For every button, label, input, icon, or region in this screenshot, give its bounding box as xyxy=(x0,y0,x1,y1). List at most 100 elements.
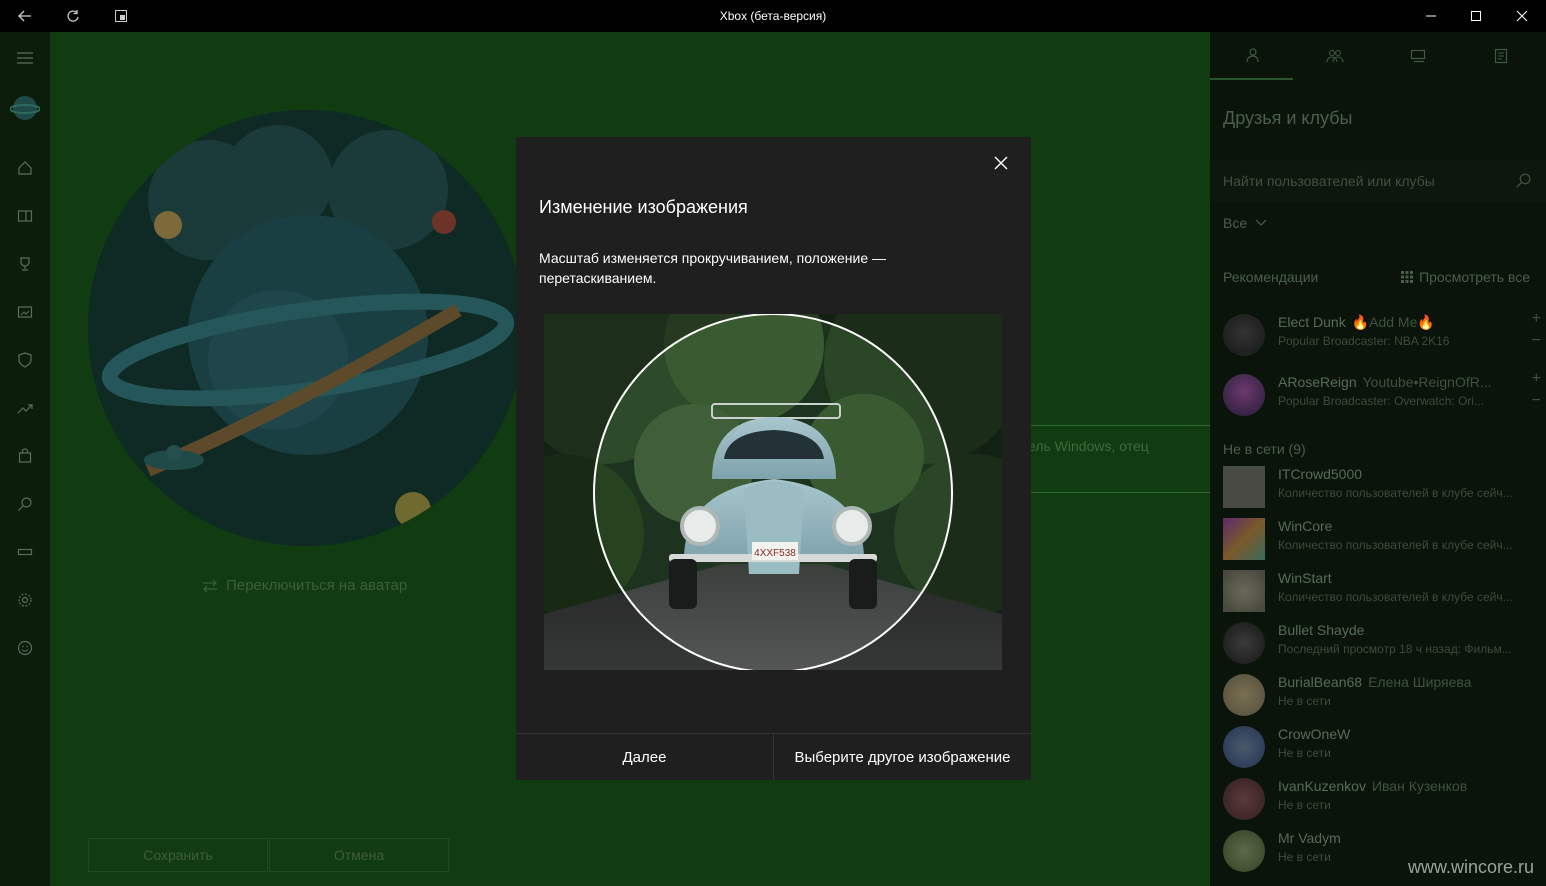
switch-to-avatar-link[interactable]: Переключиться на аватар xyxy=(202,577,407,594)
profile-nav-item[interactable] xyxy=(0,88,50,128)
friend-name: ITCrowd5000 xyxy=(1278,466,1363,482)
avatar xyxy=(1223,314,1265,356)
save-button[interactable]: Сохранить xyxy=(88,838,268,872)
trophy-icon xyxy=(20,257,30,271)
search-nav-item[interactable] xyxy=(0,484,50,524)
friend-name: CrowOneW xyxy=(1278,726,1351,742)
friends-icon xyxy=(1245,48,1259,63)
friend-item[interactable]: CrowOneW Не в сети xyxy=(1223,724,1543,772)
store-nav-item[interactable] xyxy=(0,436,50,476)
tab-messages[interactable] xyxy=(1376,32,1459,80)
friend-status: Количество пользователей в клубе сейч... xyxy=(1278,486,1513,500)
close-icon xyxy=(994,156,1008,170)
friend-name: BurialBean68 Елена Ширяева xyxy=(1278,674,1472,690)
recommendation-name: ARoseReign Youtube•ReignOfR... xyxy=(1278,374,1492,390)
hamburger-icon xyxy=(17,52,33,64)
shopping-bag-icon xyxy=(18,448,32,463)
my-games-nav-item[interactable] xyxy=(0,196,50,236)
menu-button[interactable] xyxy=(0,38,50,78)
change-image-dialog: Изменение изображения Масштаб изменяется… xyxy=(516,137,1031,780)
view-all-label: Просмотреть все xyxy=(1419,269,1530,285)
choose-other-image-label: Выберите другое изображение xyxy=(794,748,1011,766)
friend-name: Mr Vadym xyxy=(1278,830,1341,846)
view-all-link[interactable]: Просмотреть все xyxy=(1401,269,1530,285)
recommendation-subtitle: Popular Broadcaster: NBA 2K16 xyxy=(1278,334,1450,348)
tab-friends[interactable] xyxy=(1210,32,1293,80)
recommendation-item[interactable]: ARoseReign Youtube•ReignOfR... Popular Br… xyxy=(1223,370,1543,420)
chevron-down-icon xyxy=(1255,219,1267,226)
friend-name: WinCore xyxy=(1278,518,1333,534)
trending-nav-item[interactable] xyxy=(0,388,50,428)
maximize-button[interactable] xyxy=(1453,0,1499,32)
friend-status: Не в сети xyxy=(1278,746,1331,760)
friend-item[interactable]: WinStart Количество пользователей в клуб… xyxy=(1223,568,1543,616)
connection-nav-item[interactable] xyxy=(0,532,50,572)
recommendation-item[interactable]: Elect Dunk 🔥Add Me🔥 Popular Broadcaster: … xyxy=(1223,310,1543,360)
add-friend-icon[interactable]: + xyxy=(1532,310,1541,328)
console-icon xyxy=(17,548,33,556)
left-navigation xyxy=(0,32,50,886)
panel-tabs xyxy=(1210,32,1546,80)
close-window-button[interactable] xyxy=(1499,0,1545,32)
friend-item[interactable]: Bullet Shayde Последний просмотр 18 ч на… xyxy=(1223,620,1543,668)
dialog-footer: Далее Выберите другое изображение xyxy=(516,733,1031,780)
next-button[interactable]: Далее xyxy=(516,734,773,780)
avatar xyxy=(1223,778,1265,820)
avatar xyxy=(1223,726,1265,768)
friend-item[interactable]: BurialBean68 Елена Ширяева Не в сети xyxy=(1223,672,1543,720)
dialog-title: Изменение изображения xyxy=(539,197,748,217)
watermark: www.wincore.ru xyxy=(1407,857,1534,877)
avatar xyxy=(1223,622,1265,664)
feedback-nav-item[interactable] xyxy=(0,628,50,668)
dialog-close-button[interactable] xyxy=(989,151,1013,175)
friends-panel: Друзья и клубы Все Рекомендации Просмотр… xyxy=(1210,32,1546,886)
friends-heading: Друзья и клубы xyxy=(1223,108,1353,128)
games-library-icon xyxy=(17,210,33,222)
dismiss-icon[interactable]: − xyxy=(1532,392,1541,410)
bio-field[interactable]: ель Windows, отец xyxy=(1015,425,1222,493)
friends-filter-dropdown[interactable]: Все xyxy=(1223,215,1267,231)
filter-selected-value: Все xyxy=(1223,215,1248,231)
friend-item[interactable]: IvanKuzenkov Иван Кузенков Не в сети xyxy=(1223,776,1543,824)
close-icon xyxy=(1516,10,1528,22)
settings-nav-item[interactable] xyxy=(0,580,50,620)
friend-status: Не в сети xyxy=(1278,694,1331,708)
party-icon xyxy=(1326,50,1343,63)
recommendations-label: Рекомендации xyxy=(1223,269,1319,285)
achievements-nav-item[interactable] xyxy=(0,244,50,284)
choose-other-image-button[interactable]: Выберите другое изображение xyxy=(774,734,1031,780)
cancel-button[interactable]: Отмена xyxy=(269,838,449,872)
current-gamerpic-image xyxy=(88,110,524,546)
friend-status: Не в сети xyxy=(1278,798,1331,812)
recommendation-subtitle: Popular Broadcaster: Overwatch: Ori... xyxy=(1278,394,1485,408)
home-nav-item[interactable] xyxy=(0,148,50,188)
add-friend-icon[interactable]: + xyxy=(1532,370,1541,388)
avatar xyxy=(1223,374,1265,416)
offline-section-label: Не в сети (9) xyxy=(1223,441,1306,457)
messages-icon xyxy=(1410,49,1425,63)
friends-search-input[interactable] xyxy=(1223,170,1503,192)
swap-arrows-icon xyxy=(203,579,217,592)
tab-parties[interactable] xyxy=(1293,32,1376,80)
gear-icon xyxy=(18,593,32,607)
friend-item[interactable]: WinCore Количество пользователей в клубе… xyxy=(1223,516,1543,564)
dismiss-icon[interactable]: − xyxy=(1532,332,1541,350)
minimize-button[interactable] xyxy=(1408,0,1454,32)
dialog-description: Масштаб изменяется прокручиванием, полож… xyxy=(539,250,887,286)
trending-icon xyxy=(17,404,33,414)
friends-search-box xyxy=(1210,160,1546,202)
bio-field-text: ель Windows, отец xyxy=(1028,438,1149,454)
window-title: Xbox (бета-версия) xyxy=(719,9,827,23)
avatar xyxy=(1223,518,1265,560)
title-bar: Xbox (бета-версия) xyxy=(0,0,1546,32)
game-dvr-nav-item[interactable] xyxy=(0,292,50,332)
clubs-nav-item[interactable] xyxy=(0,340,50,380)
image-crop-area[interactable]: 4XXF538 xyxy=(544,314,1002,670)
home-icon xyxy=(18,161,32,175)
search-icon[interactable] xyxy=(1515,172,1532,189)
cancel-button-label: Отмена xyxy=(333,847,385,863)
recommendation-name: Elect Dunk 🔥Add Me🔥 xyxy=(1278,314,1435,330)
maximize-icon xyxy=(1471,11,1481,21)
tab-activity[interactable] xyxy=(1459,32,1542,80)
friend-item[interactable]: ITCrowd5000 Количество пользователей в к… xyxy=(1223,464,1543,512)
